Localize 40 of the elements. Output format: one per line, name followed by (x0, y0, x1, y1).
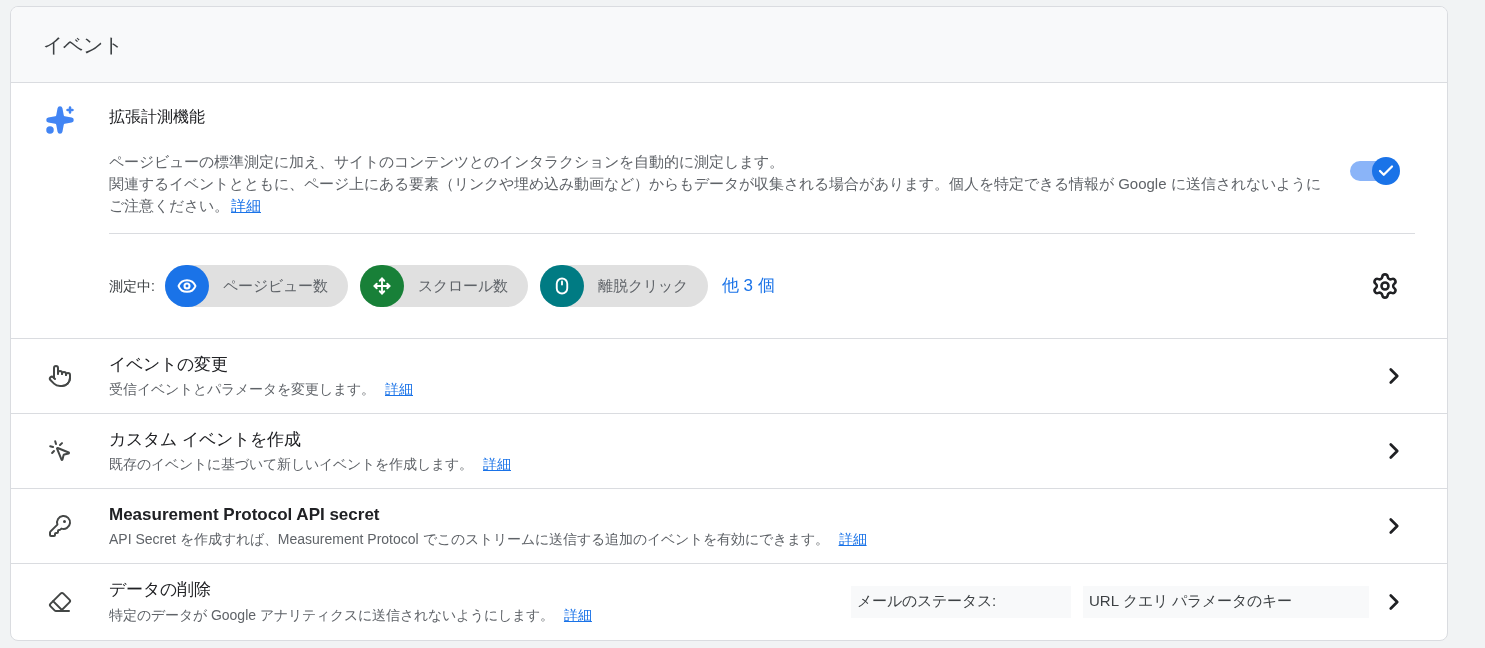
details-link[interactable]: 詳細 (563, 606, 592, 623)
description-text: 関連するイベントとともに、ページ上にある要素（リンクや埋め込み動画など）からもデータが収集される場合があります。個人を特定できる情報が Google に送信されないようにご注意ください。詳細 (109, 174, 1322, 216)
event-chip[interactable]: ページビュー数 (164, 265, 348, 307)
parameter-tag: メールのステータス: (851, 585, 1071, 618)
eraser-icon (48, 589, 72, 614)
row-title: データの削除 (109, 579, 212, 602)
row-title: イベントの変更 (109, 353, 229, 376)
details-link[interactable]: 詳細 (231, 197, 261, 214)
settings-icon[interactable] (1371, 272, 1399, 300)
description-text: ページビューの標準測定に加え、サイトのコンテンツとのインタラクションを自動的に測定します。 (109, 152, 785, 172)
event-chip[interactable]: スクロール数 (359, 265, 528, 307)
row-description: 特定のデータが Google アナリティクスに送信されないようにします。 詳細 (109, 605, 593, 625)
row-description: API Secret を作成すれば、Measurement Protocol でこのストリームに送信する追加のイベントを有効にできます。 詳細 (109, 530, 868, 550)
settings-row[interactable]: Measurement Protocol API secret API Secret を作成すれば、Measurement Protocol でこのストリームに送信する追加のイベントを有効にできます。 詳細 (11, 489, 1447, 564)
row-description: 既存のイベントに基づいて新しいイベントを作成します。 詳細 (109, 455, 512, 475)
settings-row[interactable]: カスタム イベントを作成 既存のイベントに基づいて新しいイベントを作成します。 詳細 (11, 414, 1447, 489)
row-description: 受信イベントとパラメータを変更します。 詳細 (109, 380, 414, 400)
chip-label: 離脱クリック (597, 275, 688, 296)
settings-row[interactable]: データの削除 特定のデータが Google アナリティクスに送信されないようにします。 詳細 メールのステータス: URL クエリ パラメータのキー (11, 564, 1447, 639)
details-link[interactable]: 詳細 (483, 456, 511, 473)
pointing-hand-icon (48, 364, 72, 388)
row-title: Measurement Protocol API secret (109, 503, 381, 526)
toggle-switch[interactable] (1350, 157, 1400, 185)
measuring-label: 測定中: (109, 276, 155, 296)
more-link[interactable]: 他 3 個 (721, 273, 775, 299)
details-link[interactable]: 詳細 (838, 531, 867, 548)
parameter-tag: URL クエリ パラメータのキー (1083, 585, 1369, 618)
row-title: カスタム イベントを作成 (109, 428, 302, 451)
cursor-click-icon (48, 439, 72, 463)
card-title: イベント (43, 32, 123, 58)
details-link[interactable]: 詳細 (385, 381, 413, 398)
four-arrows-icon (372, 277, 391, 295)
chip-label: スクロール数 (417, 275, 508, 296)
settings-row[interactable]: イベントの変更 受信イベントとパラメータを変更します。 詳細 (11, 339, 1447, 414)
eye-icon (176, 276, 197, 296)
section-title: 拡張計測機能 (109, 107, 206, 127)
sparkle-icon (45, 105, 75, 135)
event-chip[interactable]: 離脱クリック (539, 265, 708, 307)
chip-label: ページビュー数 (222, 275, 328, 296)
key-icon (48, 514, 72, 538)
